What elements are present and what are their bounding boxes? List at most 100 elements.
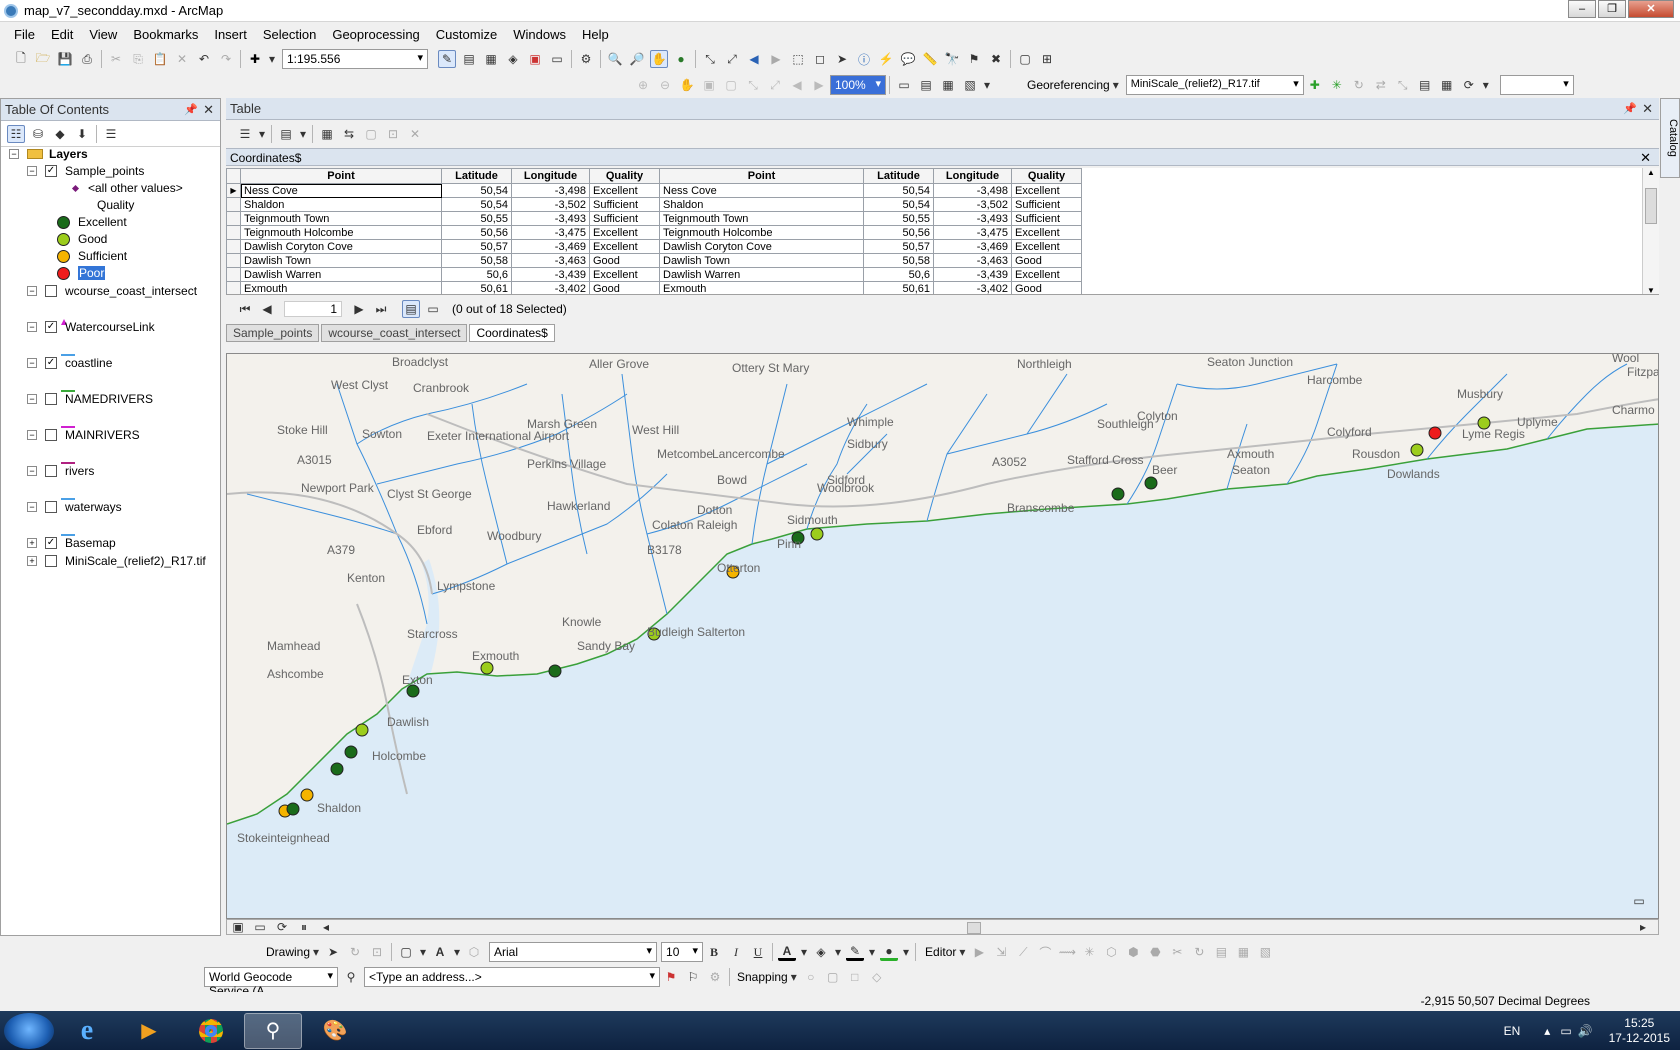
chevron-down-icon[interactable]: ▾ bbox=[834, 943, 842, 961]
toc-legend-excellent[interactable]: Excellent bbox=[57, 215, 127, 229]
python-window-icon[interactable]: ▭ bbox=[548, 50, 566, 68]
column-header[interactable]: Latitude bbox=[863, 168, 934, 184]
rotate-icon[interactable]: ↻ bbox=[1190, 943, 1208, 961]
chevron-down-icon[interactable]: ▾ bbox=[868, 943, 876, 961]
sample-point-marker[interactable] bbox=[1144, 476, 1158, 490]
table-cell[interactable]: -3,493 bbox=[511, 211, 590, 226]
table-cell[interactable]: 50,6 bbox=[863, 267, 934, 282]
rectify-icon[interactable]: ▦ bbox=[1438, 76, 1456, 94]
view-link-table-icon[interactable]: ▤ bbox=[1416, 76, 1434, 94]
geocode-service-combo[interactable]: World Geocode Service (A bbox=[204, 967, 338, 998]
table-cell[interactable]: 50,56 bbox=[863, 225, 934, 240]
go-to-xy-icon[interactable]: ✖ bbox=[987, 50, 1005, 68]
address-inspector-icon[interactable]: ⚲ bbox=[342, 968, 360, 986]
table-cell[interactable]: Sufficient bbox=[1011, 197, 1082, 212]
map-canvas[interactable]: Broadclyst Aller Grove Ottery St Mary North… bbox=[227, 354, 1659, 919]
scroll-left-icon[interactable]: ◂ bbox=[317, 918, 335, 936]
zoom-in-icon[interactable]: 🔍 bbox=[606, 50, 624, 68]
italic-icon[interactable]: I bbox=[727, 943, 745, 961]
table-cell[interactable]: Exmouth bbox=[240, 281, 442, 294]
identify-icon[interactable]: ⓘ bbox=[855, 50, 873, 68]
chevron-down-icon[interactable]: ▾ bbox=[453, 943, 461, 961]
save-icon[interactable]: 💾 bbox=[56, 50, 74, 68]
zoom-to-elements-icon[interactable]: ⊡ bbox=[368, 943, 386, 961]
refresh-icon[interactable]: ⟳ bbox=[273, 918, 291, 936]
redo-icon[interactable]: ↷ bbox=[217, 50, 235, 68]
column-header[interactable]: Point bbox=[659, 168, 864, 184]
table-cell[interactable]: Good bbox=[589, 281, 660, 294]
select-by-attributes-icon[interactable]: ▦ bbox=[318, 125, 336, 143]
menu-insert[interactable]: Insert bbox=[206, 27, 255, 42]
geocode-address-icon[interactable]: ⚑ bbox=[662, 968, 680, 986]
editor-menu[interactable]: Editor bbox=[925, 945, 956, 959]
shift-icon[interactable]: ⇄ bbox=[1372, 76, 1390, 94]
paint-icon[interactable]: 🎨 bbox=[306, 1013, 364, 1049]
column-header[interactable]: Latitude bbox=[441, 168, 512, 184]
paste-icon[interactable]: 📋 bbox=[151, 50, 169, 68]
change-layout-icon[interactable]: ▦ bbox=[939, 76, 957, 94]
undo-icon[interactable]: ↶ bbox=[195, 50, 213, 68]
text-tool-icon[interactable]: A bbox=[431, 943, 449, 961]
table-cell[interactable]: Excellent bbox=[589, 225, 660, 240]
row-selector[interactable]: ▶ bbox=[226, 183, 241, 198]
create-features-icon[interactable]: ▧ bbox=[1256, 943, 1274, 961]
tab-sample-points[interactable]: Sample_points bbox=[226, 324, 320, 342]
table-cell[interactable]: Excellent bbox=[1011, 225, 1082, 240]
georef-input-combo[interactable] bbox=[1499, 75, 1574, 95]
vertex-snapping-icon[interactable]: □ bbox=[846, 968, 864, 986]
layer-checkbox[interactable] bbox=[45, 429, 57, 441]
menu-windows[interactable]: Windows bbox=[505, 27, 574, 42]
chevron-down-icon[interactable]: ▾ bbox=[1112, 76, 1120, 94]
zoom-to-selected-icon[interactable]: ⊡ bbox=[384, 125, 402, 143]
create-viewer-icon[interactable]: ⊞ bbox=[1038, 50, 1056, 68]
chevron-down-icon[interactable]: ▾ bbox=[299, 125, 307, 143]
chevron-down-icon[interactable]: ▾ bbox=[902, 943, 910, 961]
toc-layer-waterways[interactable]: − waterways bbox=[27, 500, 122, 514]
time-slider-icon[interactable]: ▢ bbox=[1016, 50, 1034, 68]
table-cell[interactable]: 50,56 bbox=[441, 225, 512, 240]
table-cell[interactable]: 50,58 bbox=[863, 253, 934, 268]
table-cell[interactable]: 50,6 bbox=[441, 267, 512, 282]
font-family-combo[interactable]: Arial bbox=[489, 942, 658, 962]
table-cell[interactable]: Dawlish Coryton Cove bbox=[240, 239, 442, 254]
layer-checkbox[interactable]: ✓ bbox=[45, 357, 57, 369]
clear-selection-icon[interactable]: ▢ bbox=[362, 125, 380, 143]
table-cell[interactable]: -3,463 bbox=[933, 253, 1012, 268]
list-by-visibility-icon[interactable]: ◆ bbox=[51, 125, 69, 143]
sample-point-marker[interactable] bbox=[330, 762, 344, 776]
toggle-draft-mode-icon[interactable]: ▭ bbox=[895, 76, 913, 94]
table-options-icon[interactable]: ☰ bbox=[236, 125, 254, 143]
tab-coordinates[interactable]: Coordinates$ bbox=[469, 324, 555, 342]
table-cell[interactable]: -3,475 bbox=[511, 225, 590, 240]
table-cell[interactable]: 50,54 bbox=[441, 197, 512, 212]
table-cell[interactable]: Dawlish Warren bbox=[240, 267, 442, 282]
reshape-icon[interactable]: ⬢ bbox=[1124, 943, 1142, 961]
table-cell[interactable]: -3,402 bbox=[511, 281, 590, 294]
sketch-properties-icon[interactable]: ▦ bbox=[1234, 943, 1252, 961]
menu-bookmarks[interactable]: Bookmarks bbox=[125, 27, 206, 42]
arctoolbox-icon[interactable]: ▣ bbox=[526, 50, 544, 68]
pin-icon[interactable]: 📌 bbox=[1623, 102, 1637, 115]
chevron-down-icon[interactable]: ▾ bbox=[800, 943, 808, 961]
find-route-icon[interactable]: ⚑ bbox=[965, 50, 983, 68]
table-row[interactable]: Dawlish Coryton Cove 50,57 -3,469 Excell… bbox=[226, 239, 1082, 254]
edit-vertices-icon[interactable]: ⬡ bbox=[465, 943, 483, 961]
menu-file[interactable]: File bbox=[6, 27, 43, 42]
first-record-icon[interactable]: ⏮ bbox=[236, 300, 254, 318]
layer-checkbox[interactable] bbox=[45, 465, 57, 477]
table-cell[interactable]: -3,439 bbox=[933, 267, 1012, 282]
column-header[interactable]: Point bbox=[240, 168, 442, 184]
delete-selected-icon[interactable]: ✕ bbox=[406, 125, 424, 143]
table-cell[interactable]: Excellent bbox=[1011, 267, 1082, 282]
close-icon[interactable]: ✕ bbox=[1640, 149, 1651, 167]
search-window-icon[interactable]: ◈ bbox=[504, 50, 522, 68]
snapping-menu[interactable]: Snapping bbox=[737, 970, 788, 984]
tab-wcourse-coast-intersect[interactable]: wcourse_coast_intersect bbox=[321, 324, 468, 342]
close-icon[interactable]: ✕ bbox=[203, 102, 214, 118]
map-scale-combo[interactable]: 1:195.556 bbox=[282, 49, 428, 69]
options-icon[interactable]: ☰ bbox=[102, 125, 120, 143]
layer-checkbox[interactable]: ✓ bbox=[45, 537, 57, 549]
chevron-down-icon[interactable]: ▾ bbox=[268, 50, 276, 68]
model-builder-icon[interactable]: ⚙ bbox=[577, 50, 595, 68]
table-cell[interactable]: Exmouth bbox=[659, 281, 864, 294]
